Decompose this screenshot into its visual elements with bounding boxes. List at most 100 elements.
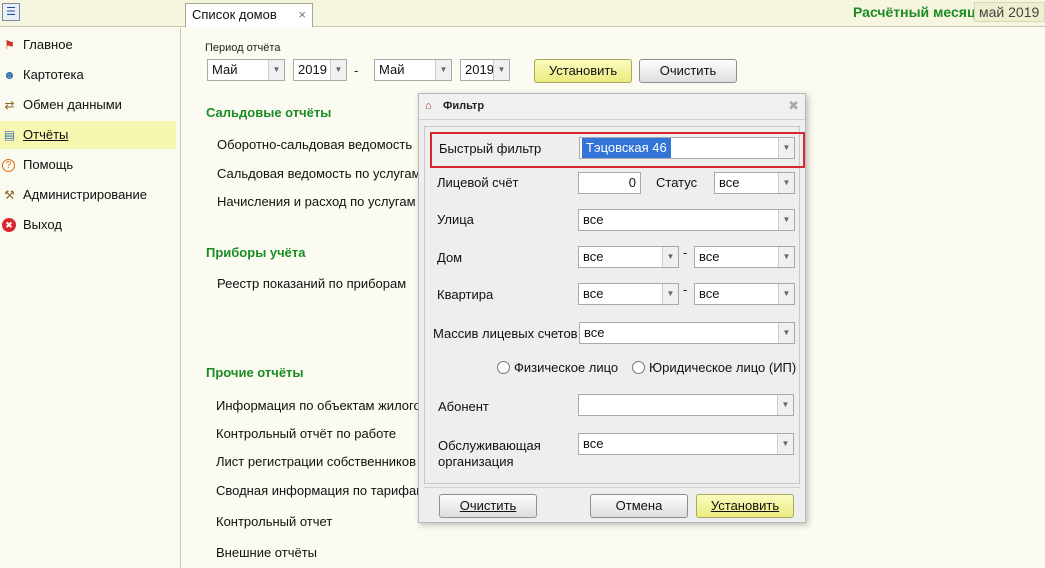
- quick-filter-input[interactable]: Тэцовская 46 ▼: [579, 137, 795, 159]
- org-label-line1: Обслуживающая: [438, 438, 541, 453]
- apartment-range-separator: -: [683, 282, 688, 297]
- status-label: Статус: [656, 175, 698, 190]
- to-month-value: Май: [379, 62, 405, 77]
- admin-icon: ⚒: [4, 188, 15, 202]
- to-month-select[interactable]: Май ▼: [374, 59, 452, 81]
- sidebar-item-main[interactable]: ⚑ Главное: [0, 31, 176, 59]
- tab-house-list[interactable]: Список домов ×: [185, 3, 313, 27]
- chevron-down-icon[interactable]: ▼: [662, 284, 678, 304]
- apartment-to-value: все: [699, 286, 720, 301]
- sidebar-item-exit[interactable]: ✖ Выход: [0, 211, 176, 239]
- from-year-select[interactable]: 2019 ▼: [293, 59, 347, 81]
- tab-label: Список домов: [192, 7, 277, 22]
- chevron-down-icon[interactable]: ▼: [777, 395, 793, 415]
- report-link[interactable]: Внешние отчёты: [216, 545, 317, 560]
- to-year-select[interactable]: 2019 ▼: [460, 59, 510, 81]
- sidebar-item-label: Картотека: [23, 67, 84, 82]
- status-value: все: [719, 175, 740, 190]
- from-month-value: Май: [212, 62, 238, 77]
- filter-form: Быстрый фильтр Тэцовская 46 ▼ Лицевой сч…: [424, 126, 805, 484]
- accounts-array-select[interactable]: все ▼: [579, 322, 795, 344]
- apartment-from-select[interactable]: все ▼: [578, 283, 679, 305]
- org-value: все: [583, 436, 604, 451]
- house-from-value: все: [583, 249, 604, 264]
- chevron-down-icon[interactable]: ▼: [778, 323, 794, 343]
- section-balance-title: Сальдовые отчёты: [206, 105, 332, 120]
- dialog-footer: Очистить Отмена Установить: [424, 487, 800, 519]
- street-select[interactable]: все ▼: [578, 209, 795, 231]
- sidebar-item-label: Главное: [23, 37, 73, 52]
- chevron-down-icon[interactable]: ▼: [778, 284, 794, 304]
- filter-apply-label: Установить: [710, 498, 780, 513]
- billing-month-label: Расчётный месяц: [853, 4, 976, 20]
- account-input[interactable]: 0: [578, 172, 641, 194]
- subscriber-select[interactable]: ▼: [578, 394, 794, 416]
- apartment-to-select[interactable]: все ▼: [694, 283, 795, 305]
- section-other-title: Прочие отчёты: [206, 365, 304, 380]
- app-menu-icon[interactable]: ☰: [2, 3, 20, 21]
- from-month-select[interactable]: Май ▼: [207, 59, 285, 81]
- report-link[interactable]: Оборотно-сальдовая ведомость: [217, 137, 412, 152]
- filter-clear-label: Очистить: [459, 498, 517, 513]
- quick-filter-value: Тэцовская 46: [582, 138, 671, 158]
- chevron-down-icon[interactable]: ▼: [778, 210, 794, 230]
- report-link[interactable]: Контрольный отчет: [216, 514, 332, 529]
- report-link[interactable]: Реестр показаний по приборам: [217, 276, 406, 291]
- house-range-separator: -: [683, 245, 688, 260]
- house-logo-icon: ⌂: [425, 100, 432, 112]
- sidebar-item-card-index[interactable]: ☻ Картотека: [0, 61, 176, 89]
- report-link[interactable]: Начисления и расход по услугам: [217, 194, 416, 209]
- period-clear-button[interactable]: Очистить: [639, 59, 737, 83]
- dialog-title: Фильтр: [443, 100, 485, 112]
- period-set-button[interactable]: Установить: [534, 59, 632, 83]
- report-link[interactable]: Сальдовая ведомость по услугам: [217, 166, 421, 181]
- apartment-from-value: все: [583, 286, 604, 301]
- close-icon[interactable]: ✖: [788, 98, 799, 114]
- house-from-select[interactable]: все ▼: [578, 246, 679, 268]
- chevron-down-icon[interactable]: ▼: [662, 247, 678, 267]
- sidebar-item-administration[interactable]: ⚒ Администрирование: [0, 181, 176, 209]
- chevron-down-icon[interactable]: ▼: [493, 60, 509, 80]
- help-icon: ?: [2, 159, 15, 172]
- chevron-down-icon[interactable]: ▼: [778, 247, 794, 267]
- chevron-down-icon[interactable]: ▼: [777, 434, 793, 454]
- chevron-down-icon[interactable]: ▼: [435, 60, 451, 80]
- dialog-title-bar[interactable]: ⌂ Фильтр ✖: [419, 94, 805, 120]
- report-link[interactable]: Сводная информация по тарифам: [216, 483, 425, 498]
- street-label: Улица: [437, 212, 474, 227]
- account-label: Лицевой счёт: [437, 175, 519, 190]
- chevron-down-icon[interactable]: ▼: [778, 138, 794, 158]
- org-select[interactable]: все ▼: [578, 433, 794, 455]
- billing-month-value: май 2019: [974, 2, 1045, 22]
- filter-clear-button[interactable]: Очистить: [439, 494, 537, 518]
- filter-cancel-button[interactable]: Отмена: [590, 494, 688, 518]
- section-meters-title: Приборы учёта: [206, 245, 306, 260]
- reports-icon: ▤: [3, 128, 16, 142]
- quick-filter-label: Быстрый фильтр: [439, 141, 542, 156]
- house-to-select[interactable]: все ▼: [694, 246, 795, 268]
- status-select[interactable]: все ▼: [714, 172, 795, 194]
- radio-individual[interactable]: [497, 361, 510, 374]
- chevron-down-icon[interactable]: ▼: [268, 60, 284, 80]
- exit-icon: ✖: [2, 218, 16, 232]
- filter-apply-button[interactable]: Установить: [696, 494, 794, 518]
- radio-legal-entity[interactable]: [632, 361, 645, 374]
- period-separator: -: [354, 63, 359, 78]
- sidebar-item-reports[interactable]: ▤ Отчёты: [0, 121, 176, 149]
- report-period-label: Период отчёта: [205, 42, 281, 54]
- radio-individual-label: Физическое лицо: [514, 360, 619, 375]
- report-link[interactable]: Контрольный отчёт по работе: [216, 426, 396, 441]
- chevron-down-icon[interactable]: ▼: [778, 173, 794, 193]
- chevron-down-icon[interactable]: ▼: [330, 60, 346, 80]
- sidebar-item-data-exchange[interactable]: ⇄ Обмен данными: [0, 91, 176, 119]
- to-year-value: 2019: [465, 62, 494, 77]
- report-link[interactable]: Лист регистрации собственников: [216, 454, 416, 469]
- sidebar-item-help[interactable]: ? Помощь: [0, 151, 176, 179]
- tab-close-icon[interactable]: ×: [298, 4, 306, 26]
- house-label: Дом: [437, 250, 463, 265]
- top-bar: ☰ Список домов × Расчётный месяц май 201…: [0, 0, 1045, 27]
- sidebar: ⚑ Главное ☻ Картотека ⇄ Обмен данными ▤ …: [0, 28, 181, 568]
- sidebar-item-label: Помощь: [23, 157, 74, 172]
- subscriber-label: Абонент: [438, 399, 489, 414]
- accounts-array-value: все: [584, 325, 605, 340]
